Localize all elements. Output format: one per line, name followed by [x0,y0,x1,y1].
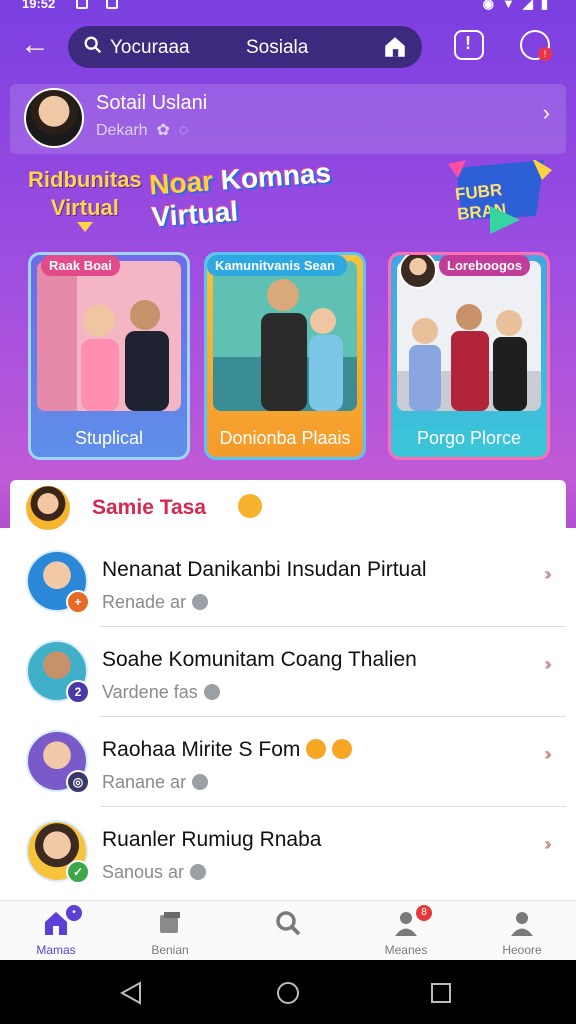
divider [100,806,566,807]
badge-icon: + [66,590,90,614]
banner-left-title: Ridbunitas Virtual [28,166,142,232]
chevron-right-icon: ›› [544,654,552,674]
card-photo [37,261,181,411]
search-scope: Sosiala [246,37,309,58]
nav-item-profile[interactable]: Heoore [472,901,572,960]
status-bar: 19:52 ◉▼◢▮ [0,0,576,14]
nav-badge: 8 [416,905,432,921]
heart-emoji-icon [332,739,353,759]
avatar [24,88,84,148]
banner-badge: FUBR BRAN [448,158,552,236]
nav-label: Meanes [384,943,428,957]
chevron-right-icon: ›› [544,564,552,584]
status-time: 19:52 [22,0,56,11]
system-navigation-bar [0,960,576,1024]
badge-icon: ◎ [66,770,90,794]
badge-icon: ✓ [66,860,90,884]
community-list-panel: Samie Tasa + Nenanat Danikanbi Insudan P… [10,480,566,900]
list-item-title: Soahe Komunitam Coang Thalien [102,648,417,671]
verified-icon [192,774,209,790]
back-triangle-icon[interactable] [118,980,144,1006]
community-card[interactable]: Kamunitvanis Sean Donionba Plaais [204,252,366,460]
search-bar[interactable]: Yocuraaa Sosiala [68,26,422,68]
nav-item-groups[interactable]: Benian [120,901,220,960]
signal-icons: ◉▼◢▮ [482,0,556,11]
divider [100,716,566,717]
notification-icon [106,0,118,9]
nav-item-search[interactable] [238,901,338,960]
banner-cards: Raak Boai Stuplical Kamunitvanis Sean Do… [28,252,552,460]
recents-square-icon[interactable] [428,980,454,1006]
community-card[interactable]: Raak Boai Stuplical [28,252,190,460]
home-circle-icon[interactable] [275,980,301,1006]
list-item-title: Raohaa Mirite S Fom [102,738,353,762]
community-banner[interactable]: Ridbunitas Virtual Noar Komnas Virtual F… [0,156,576,476]
search-icon [276,911,301,936]
search-icon [84,36,102,54]
chevron-right-icon: ›› [544,744,552,764]
community-card[interactable]: Loreboogos Porgo Plorce [388,252,550,460]
profile-row[interactable]: Sotail Uslani Dekarh ✿ ◌ › [10,84,566,154]
card-label: Stuplical [74,428,144,448]
bottom-navigation: • Mamas Benian 8 Meanes Heoore [0,900,576,960]
list-item[interactable]: 2 Soahe Komunitam Coang Thalien Vardene … [10,626,566,716]
badge-icon: 2 [66,680,90,704]
verified-icon [203,684,220,700]
avatar [399,255,437,289]
divider [100,626,566,627]
groups-icon [160,912,180,933]
profile-name: Sotail Uslani [96,92,208,114]
card-tag: Kamunitvanis Sean [207,255,347,276]
profile-icon [511,912,533,936]
nav-label: Benian [151,943,189,957]
banner-main-title: Noar Komnas Virtual [148,157,333,233]
list-item[interactable]: ✓ Ruanler Rumiug Rnaba Sanous ar ›› [10,806,566,896]
notification-badge: ! [538,47,552,61]
verified-icon [192,594,209,610]
list-item-title: Nenanat Danikanbi Insudan Pirtual [102,558,427,581]
card-label: Porgo Plorce [416,428,522,448]
nav-item-messages[interactable]: 8 Meanes [356,901,456,960]
chevron-right-icon: ›› [544,834,552,854]
card-tag: Loreboogos [439,255,531,276]
avatar [26,486,70,530]
list-item[interactable]: + Nenanat Danikanbi Insudan Pirtual Rena… [10,536,566,626]
emoji-icon [306,739,327,759]
panel-header[interactable]: Samie Tasa [10,480,566,536]
list-item-subtitle: Vardene fas [102,682,220,703]
top-app-bar: ← Yocuraaa Sosiala ! [0,22,576,74]
card-photo [213,261,357,411]
list-item-title: Ruanler Rumiug Rnaba [102,828,322,851]
list-item-subtitle: Sanous ar [102,862,207,883]
search-query: Yocuraaa [110,37,190,58]
nav-item-home[interactable]: • Mamas [6,901,106,960]
verified-icon [190,864,207,880]
home-icon[interactable] [382,34,408,60]
nav-badge: • [66,905,82,921]
alert-icon[interactable] [454,30,484,60]
heart-emoji-icon [238,494,262,518]
play-icon [490,206,520,234]
notification-icon [76,0,88,9]
list-item-subtitle: Renade ar [102,592,209,613]
panel-title: Samie Tasa [92,496,207,519]
list-item[interactable]: ◎ Raohaa Mirite S Fom Ranane ar ›› [10,716,566,806]
nav-label: Mamas [36,943,76,957]
nav-label: Heoore [502,943,542,957]
card-tag: Raak Boai [41,255,120,276]
profile-subtitle: Dekarh ✿ ◌ [96,122,189,139]
back-button[interactable]: ← [18,30,52,64]
chevron-right-icon: › [542,100,550,125]
card-label: Donionba Plaais [219,428,351,448]
list-item-subtitle: Ranane ar [102,772,209,793]
app-screen: 19:52 ◉▼◢▮ ← Yocuraaa Sosiala ! Sotail U… [0,0,576,960]
